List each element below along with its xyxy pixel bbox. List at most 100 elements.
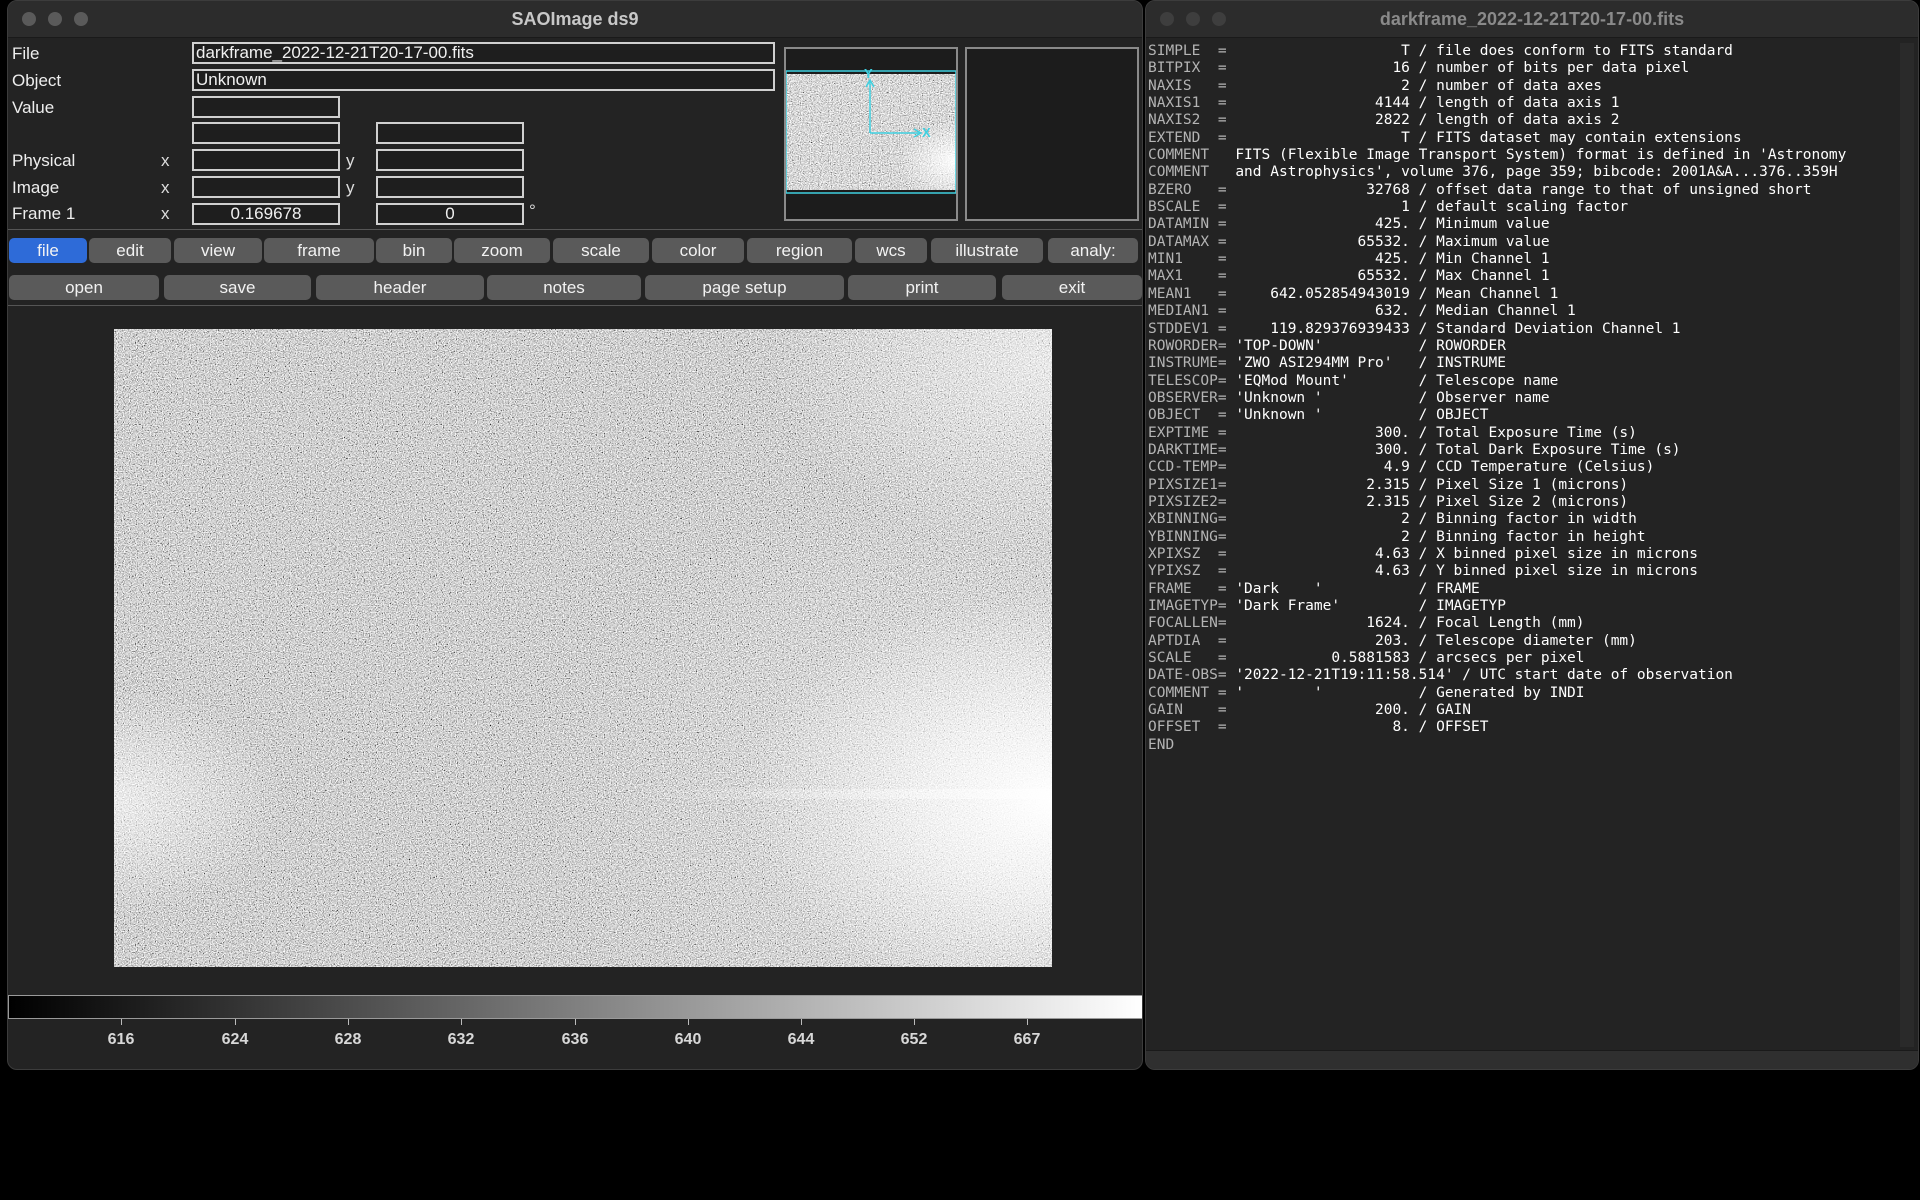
menu-region-button[interactable]: region [747,238,852,263]
header-value: 425. / Min Channel 1 [1235,251,1550,268]
header-line: FRAME = 'Dark ' / FRAME [1148,581,1896,598]
header-line: OBSERVER= 'Unknown ' / Observer name [1148,390,1896,407]
menu-frame-button[interactable]: frame [264,238,374,263]
header-line: FOCALLEN= 1624. / Focal Length (mm) [1148,615,1896,632]
menu-analy-button[interactable]: analy: [1048,238,1138,263]
header-value: 16 / number of bits per data pixel [1235,60,1690,77]
header-line: DATAMIN = 425. / Minimum value [1148,216,1896,233]
horizontal-scrollbar[interactable] [1146,1050,1918,1069]
notes-button[interactable]: notes [487,275,641,300]
header-line: MEAN1 = 642.052854943019 / Mean Channel … [1148,286,1896,303]
header-keyword: EXPTIME = [1148,424,1236,441]
header-value: 4.63 / X binned pixel size in microns [1235,545,1698,562]
header-line: BSCALE = 1 / default scaling factor [1148,199,1896,216]
colorbar-tick [801,1019,802,1025]
physical-label: Physical [12,151,76,170]
colorbar-tick [461,1019,462,1025]
ds9-titlebar[interactable]: SAOImage ds9 [8,1,1142,38]
header-line: SIMPLE = T / file does conform to FITS s… [1148,43,1896,60]
header-line: OFFSET = 8. / OFFSET [1148,719,1896,736]
fits-header-text[interactable]: SIMPLE = T / file does conform to FITS s… [1148,43,1896,1049]
header-line: CCD-TEMP= 4.9 / CCD Temperature (Celsius… [1148,459,1896,476]
vertical-scrollbar[interactable] [1900,43,1914,1047]
colorbar[interactable] [8,995,1142,1019]
header-line: MAX1 = 65532. / Max Channel 1 [1148,268,1896,285]
header-keyword: XBINNING= [1148,511,1236,528]
header-value: 300. / Total Exposure Time (s) [1235,424,1637,441]
menu-zoom-button[interactable]: zoom [454,238,550,263]
frame-x-label: x [161,204,170,223]
header-value: 632. / Median Channel 1 [1235,303,1576,320]
header-line: INSTRUME= 'ZWO ASI294MM Pro' / INSTRUME [1148,355,1896,372]
menu-color-button[interactable]: color [652,238,744,263]
colorbar-tick [121,1019,122,1025]
frame-angle-field: 0 [376,203,524,225]
close-window-icon[interactable] [1160,12,1174,26]
header-keyword: IMAGETYP= [1148,598,1236,614]
header-keyword: DATAMAX = [1148,233,1236,250]
colorbar-tick [575,1019,576,1025]
close-window-icon[interactable] [22,12,36,26]
colorbar-tick-label: 644 [787,1031,815,1048]
header-keyword: OBSERVER= [1148,389,1236,406]
header-line: ROWORDER= 'TOP-DOWN' / ROWORDER [1148,338,1896,355]
header-line: PIXSIZE2= 2.315 / Pixel Size 2 (microns) [1148,494,1896,511]
zoom-window-icon[interactable] [1212,12,1226,26]
physical-y-label: y [346,151,355,170]
minimize-window-icon[interactable] [1186,12,1200,26]
header-line: DARKTIME= 300. / Total Dark Exposure Tim… [1148,442,1896,459]
header-keyword: PIXSIZE1= [1148,476,1236,493]
header-keyword: YBINNING= [1148,528,1236,545]
header-value: 2.315 / Pixel Size 2 (microns) [1235,493,1629,510]
print-button[interactable]: print [848,275,996,300]
window-controls [1160,12,1226,26]
exit-button[interactable]: exit [1002,275,1142,300]
header-value: 425. / Minimum value [1235,216,1550,233]
header-line: BZERO = 32768 / offset data range to tha… [1148,182,1896,199]
header-value: 'Dark ' / FRAME [1235,580,1480,597]
header-line: COMMENT = ' ' / Generated by INDI [1148,685,1896,702]
minimize-window-icon[interactable] [48,12,62,26]
window-controls [22,12,88,26]
colorbar-tick [1027,1019,1028,1025]
image-x-label: x [161,178,170,197]
header-line: GAIN = 200. / GAIN [1148,702,1896,719]
header-keyword: TELESCOP= [1148,372,1236,389]
menu-scale-button[interactable]: scale [553,238,649,263]
header-keyword: NAXIS1 = [1148,95,1236,112]
header-value: 'ZWO ASI294MM Pro' / INSTRUME [1235,355,1506,372]
header-value: 200. / GAIN [1235,702,1472,719]
open-button[interactable]: open [9,275,159,300]
image-display[interactable] [114,329,1052,967]
ds9-window: SAOImage ds9 File Object Value Physical … [7,0,1143,1070]
frame-zoom-field: 0.169678 [192,203,340,225]
header-value: 2.315 / Pixel Size 1 (microns) [1235,476,1629,493]
magnifier [965,47,1139,221]
header-value: 0.5881583 / arcsecs per pixel [1235,650,1585,667]
header-value: 'Unknown ' / Observer name [1235,389,1550,406]
header-keyword: NAXIS = [1148,77,1236,94]
header-line: BITPIX = 16 / number of bits per data pi… [1148,60,1896,77]
panner[interactable]: Y X [784,47,958,221]
header-keyword: INSTRUME= [1148,355,1236,372]
header-value: 203. / Telescope diameter (mm) [1235,632,1637,649]
file-label: File [12,44,40,63]
menu-illustrate-button[interactable]: illustrate [931,238,1043,263]
header-value: 'TOP-DOWN' / ROWORDER [1235,337,1506,354]
header-line: APTDIA = 203. / Telescope diameter (mm) [1148,633,1896,650]
save-button[interactable]: save [164,275,311,300]
header-keyword: MIN1 = [1148,251,1236,268]
menu-edit-button[interactable]: edit [89,238,171,263]
header-titlebar[interactable]: darkframe_2022-12-21T20-17-00.fits [1146,1,1918,38]
menu-view-button[interactable]: view [174,238,262,263]
menu-bin-button[interactable]: bin [376,238,452,263]
colorbar-tick [914,1019,915,1025]
menu-file-button[interactable]: file [9,238,87,263]
page-setup-button[interactable]: page setup [645,275,844,300]
header-button[interactable]: header [316,275,484,300]
image-y-label: y [346,178,355,197]
zoom-window-icon[interactable] [74,12,88,26]
colorbar-tick-label: 652 [900,1031,928,1048]
menu-wcs-button[interactable]: wcs [855,238,927,263]
header-keyword: DARKTIME= [1148,441,1236,458]
